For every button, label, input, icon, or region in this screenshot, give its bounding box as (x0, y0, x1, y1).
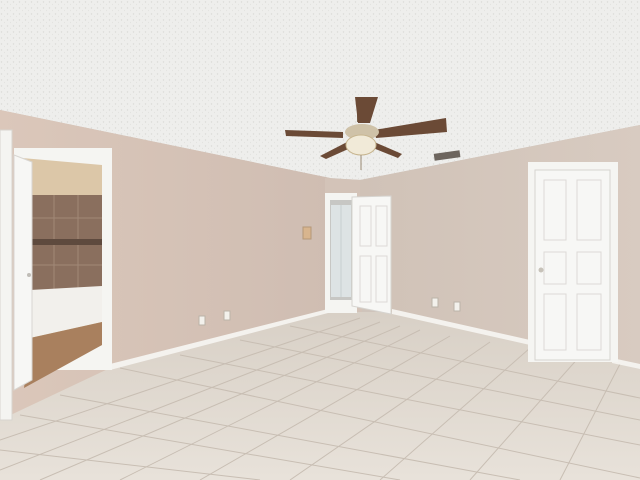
light-switch[interactable] (302, 226, 312, 240)
room-scene (0, 0, 640, 480)
bathroom-door[interactable] (13, 154, 33, 391)
outlet (223, 310, 231, 321)
fan-light (345, 134, 377, 156)
outlet (198, 315, 206, 326)
closet-door[interactable] (528, 162, 618, 362)
outlet (431, 297, 439, 308)
center-door[interactable] (351, 195, 392, 315)
door-handle[interactable] (27, 273, 31, 277)
bathroom-doorway (13, 148, 112, 391)
outlet (453, 301, 461, 312)
door-knob[interactable] (538, 267, 544, 273)
left-closet-door-edge (0, 129, 13, 421)
